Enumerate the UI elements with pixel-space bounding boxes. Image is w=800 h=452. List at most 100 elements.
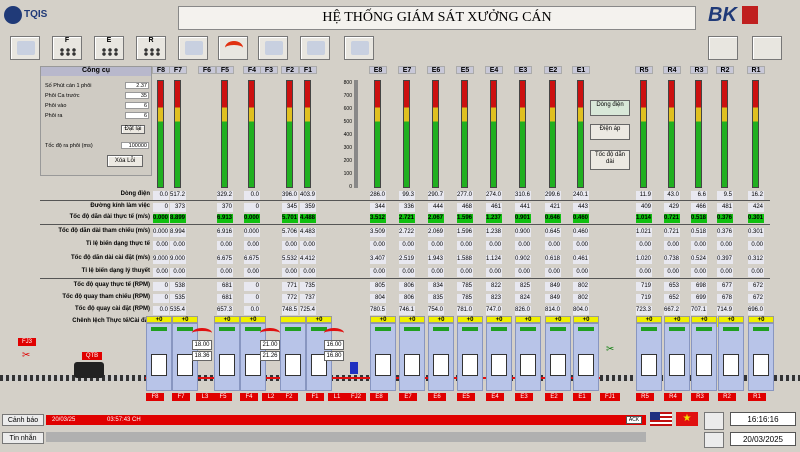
table-row-3-cell: 0.00 <box>636 241 652 250</box>
table-row-1-cell: 8.899 <box>170 214 186 223</box>
table-row-4-cell: 5.532 <box>282 255 298 264</box>
table-row-3-cell: 0.00 <box>717 241 733 250</box>
table-row-6-cell: 681 <box>217 282 233 291</box>
bottom-label-FJ1: FJ1 <box>600 393 620 401</box>
fj2-shear-icon <box>350 362 358 374</box>
table-row-7-cell: 699 <box>691 294 707 303</box>
roll-icon <box>550 354 566 376</box>
table-row-2-cell: 0.900 <box>515 228 531 237</box>
table-row-3-cell: 0.00 <box>217 241 233 250</box>
billet-speed-input[interactable]: 100000 <box>121 142 149 149</box>
gauge-tick: 500 <box>343 119 352 125</box>
page-title: HỆ THỐNG GIÁM SÁT XƯỞNG CÁN <box>178 6 696 30</box>
loop-actual-L1: 16.80 <box>324 351 344 361</box>
table-row-0-cell: 481 <box>717 203 733 212</box>
direction-arrow-icon <box>462 327 478 331</box>
table-row-0-cell: 359 <box>300 203 316 212</box>
table-row-2-cell: 0.460 <box>573 228 589 237</box>
table-row-1-label: Tốc độ dãn dài thực tế (m/s) <box>69 214 150 220</box>
tools-panel: Công cụ Đặt lại Tốc độ ra phôi (ms) 1000… <box>40 66 152 176</box>
table-row-7-cell: 719 <box>636 294 652 303</box>
table-row-6-cell: 802 <box>573 282 589 291</box>
toolbar-button-3[interactable]: R <box>136 36 166 60</box>
table-row-3-cell: 0.00 <box>399 241 415 250</box>
current-row-cell: 274.0 <box>486 191 502 200</box>
toolbar-button-0[interactable] <box>10 36 40 60</box>
printer-icon[interactable] <box>704 432 724 448</box>
alarm-tab[interactable]: Cảnh báo <box>2 414 44 426</box>
bottom-label-E1: E1 <box>573 393 591 401</box>
screen-nav-icon[interactable] <box>708 36 738 60</box>
table-row-5-cell: 0.00 <box>217 268 233 277</box>
table-row-4-cell: 9.000 <box>170 255 186 264</box>
table-row-3-cell: 0.00 <box>170 241 186 250</box>
table-row-8-cell: 707.1 <box>691 306 707 315</box>
us-flag-icon[interactable] <box>650 412 672 426</box>
table-row-6-cell: 538 <box>170 282 186 291</box>
toolbar-button-5[interactable] <box>218 36 248 60</box>
reset-button[interactable]: Đặt lại <box>121 125 145 134</box>
gauge-tick: 700 <box>343 93 352 99</box>
table-row-7-cell: 802 <box>573 294 589 303</box>
gauge-tick: 400 <box>343 132 352 138</box>
loop-arc-L2 <box>260 328 280 338</box>
table-row-5-cell: 0.00 <box>282 268 298 277</box>
direction-arrow-icon <box>669 327 685 331</box>
dots-icon <box>101 48 119 56</box>
bottom-label-L1: L1 <box>328 393 346 401</box>
table-row-4-cell: 0.461 <box>573 255 589 264</box>
direction-arrow-icon <box>404 327 420 331</box>
message-tab[interactable]: Tin nhắn <box>2 432 44 444</box>
table-row-7-label: Tốc độ quay tham chiếu (RPM) <box>62 294 150 300</box>
table-row-5-cell: 0.00 <box>717 268 733 277</box>
stretch-speed-button[interactable]: Tốc độ dãn dài <box>590 150 630 170</box>
table-row-1-cell: 3.512 <box>370 214 386 223</box>
ack-button[interactable]: ACK <box>626 416 642 424</box>
clear-error-button[interactable]: Xóa Lỗi <box>107 155 143 167</box>
table-row-2-cell: 8.994 <box>170 228 186 237</box>
mill-stand <box>691 323 717 391</box>
table-row-5-cell: 0.00 <box>457 268 473 277</box>
level-bar-E7 <box>403 80 410 188</box>
table-row-3-cell: 0.00 <box>573 241 589 250</box>
toolbar-button-1[interactable]: F <box>52 36 82 60</box>
toolbar-button-7[interactable] <box>300 36 330 60</box>
network-icon[interactable] <box>704 412 724 430</box>
table-row-6-cell: 785 <box>457 282 473 291</box>
table-row-0-cell: 373 <box>170 203 186 212</box>
divider <box>40 224 770 225</box>
current-row-cell: 290.7 <box>428 191 444 200</box>
table-row-2-cell: 1.021 <box>636 228 652 237</box>
direction-arrow-icon <box>177 327 193 331</box>
direction-arrow-icon <box>550 327 566 331</box>
toolbar-button-8[interactable] <box>344 36 374 60</box>
deviation-pill: +0 <box>486 316 512 323</box>
table-row-3-cell: 0.00 <box>282 241 298 250</box>
current-row-cell: 329.2 <box>217 191 233 200</box>
direction-arrow-icon <box>753 327 769 331</box>
table-row-8-cell: 667.2 <box>664 306 680 315</box>
direction-arrow-icon <box>219 327 235 331</box>
level-bar-E8 <box>374 80 381 188</box>
table-row-0-cell: 370 <box>217 203 233 212</box>
divider <box>40 278 770 279</box>
bottom-label-L3: L3 <box>196 393 214 401</box>
current-button[interactable]: Dòng điện <box>590 100 630 116</box>
bottom-label-FJ2: FJ2 <box>346 393 366 401</box>
toolbar-button-4[interactable] <box>178 36 208 60</box>
level-bar-E1 <box>577 80 584 188</box>
table-row-2-cell: 3.509 <box>370 228 386 237</box>
direction-arrow-icon <box>641 327 657 331</box>
table-row-8-cell: 723.3 <box>636 306 652 315</box>
voltage-button[interactable]: Điện áp <box>590 124 630 140</box>
toolbar-button-6[interactable] <box>258 36 288 60</box>
report-icon[interactable] <box>752 36 782 60</box>
table-row-0-cell: 429 <box>664 203 680 212</box>
toolbar-button-2[interactable]: E <box>94 36 124 60</box>
divider <box>40 200 770 201</box>
current-row-cell: 517.2 <box>170 191 186 200</box>
vn-flag-icon[interactable]: ★ <box>676 412 698 426</box>
stand-head-F6: F6 <box>198 66 216 74</box>
direction-arrow-icon <box>696 327 712 331</box>
table-row-5-cell: 0.00 <box>170 268 186 277</box>
